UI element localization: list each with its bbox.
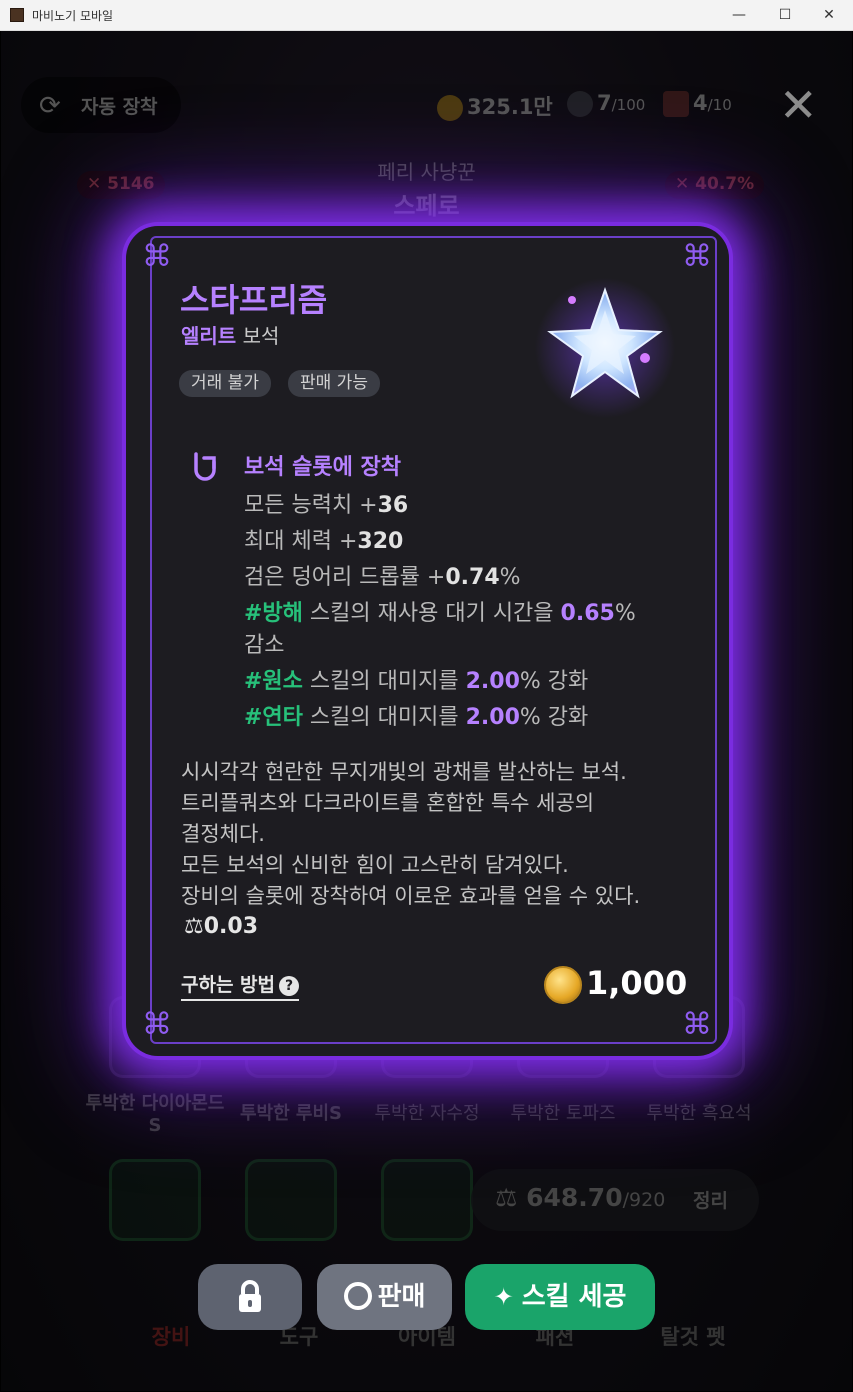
effect-value: 2.00 xyxy=(465,669,520,694)
item-description-line: 모든 보석의 신비한 힘이 고스란히 담겨있다. xyxy=(181,853,569,877)
effect-text: 검은 덩어리 드롭률 + xyxy=(244,565,446,590)
corner-ornament-icon: ⌘ xyxy=(142,239,172,274)
skill-craft-button[interactable]: ✦ 스킬 세공 xyxy=(465,1264,655,1330)
skill-craft-label: 스킬 세공 xyxy=(521,1282,627,1312)
item-description-line: 트리플쿼츠와 다크라이트를 혼합한 특수 세공의 xyxy=(181,791,595,815)
item-grade: 엘리트 보석 xyxy=(181,320,279,349)
effect-unit: % 강화 xyxy=(519,705,589,730)
sell-button[interactable]: 판매 xyxy=(317,1264,452,1330)
effect-unit: % xyxy=(499,565,521,590)
gold-coin-icon xyxy=(544,966,582,1004)
window-title: 마비노기 모바일 xyxy=(32,9,114,23)
effect-text: 최대 체력 + xyxy=(244,529,358,554)
corner-ornament-icon: ⌘ xyxy=(682,1007,712,1042)
app-icon xyxy=(10,8,24,22)
effect-line-hp: 최대 체력 +320 xyxy=(244,523,403,555)
star-prism-gem-icon xyxy=(535,278,675,418)
price-value: 1,000 xyxy=(586,964,688,1002)
item-description-line: 장비의 슬롯에 장착하여 이로운 효과를 얻을 수 있다. xyxy=(181,884,641,908)
lock-button[interactable] xyxy=(198,1264,302,1330)
item-weight-value: 0.03 xyxy=(203,914,259,939)
effect-line-cooldown: #방해 스킬의 재사용 대기 시간을 0.65% xyxy=(244,595,636,627)
coin-icon xyxy=(343,1281,372,1310)
item-description-line: 결정체다. xyxy=(181,822,265,846)
effect-unit: % xyxy=(614,601,636,626)
lock-icon xyxy=(239,1280,261,1312)
effect-line-cooldown-cont: 감소 xyxy=(244,633,285,658)
minimize-button[interactable]: — xyxy=(716,0,762,31)
item-grade-label: 엘리트 xyxy=(181,324,237,348)
tag-sellable: 판매 가능 xyxy=(288,370,380,397)
window-titlebar: 마비노기 모바일 — ☐ ✕ xyxy=(0,0,853,31)
help-icon: ? xyxy=(279,976,300,996)
effect-text: 모든 능력치 + xyxy=(244,493,378,518)
effect-text: 스킬의 대미지를 xyxy=(302,705,466,730)
effect-text: 스킬의 재사용 대기 시간을 xyxy=(302,601,561,626)
effect-line-drop: 검은 덩어리 드롭률 +0.74% xyxy=(244,559,521,591)
skill-tag: #원소 xyxy=(244,669,303,694)
item-name: 스타프리즘 xyxy=(180,281,328,319)
effect-value: 0.74 xyxy=(445,565,500,590)
item-category: 보석 xyxy=(242,324,280,348)
how-to-obtain-link[interactable]: 구하는 방법? xyxy=(181,970,300,1001)
effect-value: 2.00 xyxy=(465,705,520,730)
sparkle-icon: ✦ xyxy=(493,1283,514,1311)
how-to-obtain-label: 구하는 방법 xyxy=(181,974,276,996)
tag-untradable: 거래 불가 xyxy=(179,370,271,397)
maximize-button[interactable]: ☐ xyxy=(762,0,808,31)
effect-line-combo: #연타 스킬의 대미지를 2.00% 강화 xyxy=(244,699,588,731)
effect-value: 36 xyxy=(377,493,409,518)
item-weight: ⚖0.03 xyxy=(184,914,258,939)
corner-ornament-icon: ⌘ xyxy=(142,1007,172,1042)
effect-unit: % 강화 xyxy=(519,669,589,694)
item-description-line: 시시각각 현란한 무지개빛의 광채를 발산하는 보석. xyxy=(181,760,627,784)
effect-value: 0.65 xyxy=(560,601,615,626)
skill-tag: #연타 xyxy=(244,705,303,730)
sell-label: 판매 xyxy=(377,1282,426,1312)
weight-icon: ⚖ xyxy=(184,914,204,939)
effect-value: 320 xyxy=(357,529,404,554)
effect-line-element: #원소 스킬의 대미지를 2.00% 강화 xyxy=(244,663,588,695)
window-close-button[interactable]: ✕ xyxy=(806,0,852,31)
effect-line-stats: 모든 능력치 +36 xyxy=(244,487,408,519)
corner-ornament-icon: ⌘ xyxy=(682,239,712,274)
effect-text: 스킬의 대미지를 xyxy=(302,669,466,694)
equip-slot-icon xyxy=(194,452,216,481)
skill-tag: #방해 xyxy=(244,601,303,626)
effect-title: 보석 슬롯에 장착 xyxy=(244,455,401,480)
